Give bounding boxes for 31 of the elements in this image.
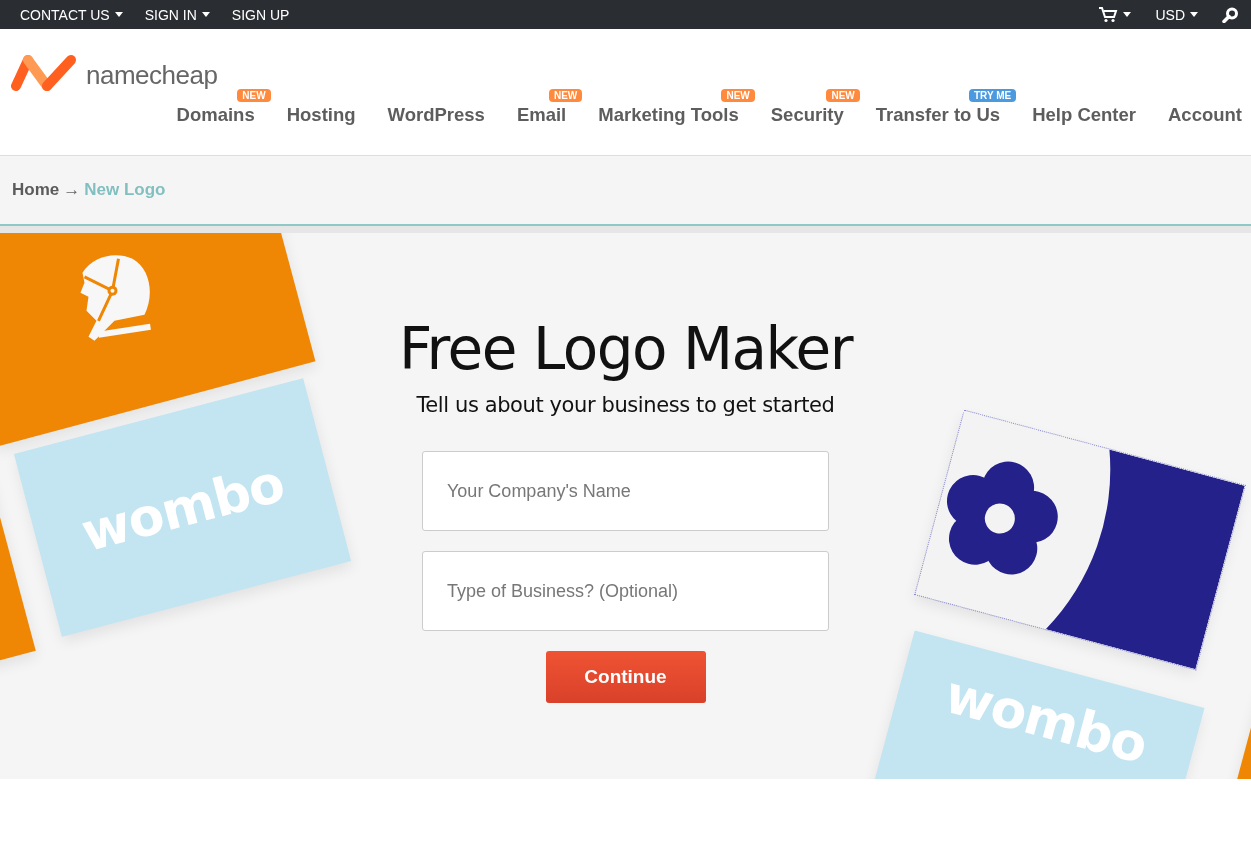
logo-wordmark: wombo [74, 451, 290, 563]
cart-icon [1098, 6, 1119, 23]
nav-badge: NEW [548, 89, 583, 102]
cart-button[interactable] [1098, 6, 1132, 23]
search-icon[interactable] [1222, 6, 1239, 23]
caret-icon [1190, 12, 1198, 17]
hero-title: Free Logo Maker [398, 314, 853, 385]
caret-icon [1123, 12, 1132, 17]
text-field[interactable]: Your Company's Name [422, 451, 829, 531]
currency-menu[interactable]: USD [1155, 6, 1198, 23]
top-menu-link[interactable]: CONTACT US [20, 6, 123, 23]
nav-link[interactable]: Account [1168, 104, 1242, 126]
logo-icon [11, 54, 77, 91]
caret-icon [201, 12, 210, 17]
breadcrumb-separator: → [63, 180, 81, 200]
continue-button[interactable]: Continue [545, 651, 706, 703]
nav-badge: NEW [826, 89, 860, 102]
top-menu-link[interactable]: SIGN IN [144, 6, 210, 23]
logo-wordmark: wombo [938, 663, 1154, 776]
namecheap-logo[interactable]: namecheap [11, 54, 218, 91]
nav-link[interactable]: Hosting [286, 104, 356, 126]
nav-badge: TRY ME [968, 89, 1017, 102]
nav-link[interactable]: Help Center [1032, 104, 1136, 126]
top-menu-link[interactable]: SIGN UP [231, 6, 290, 23]
breadcrumb-link[interactable]: Home [12, 180, 60, 200]
caret-icon [114, 12, 123, 17]
nav-badge: NEW [721, 89, 755, 102]
hero-subtitle: Tell us about your business to get started [416, 393, 835, 417]
nav-badge: NEW [237, 89, 271, 102]
nav-link[interactable]: WordPress [387, 104, 485, 126]
text-field[interactable]: Type of Business? (Optional) [422, 551, 829, 631]
